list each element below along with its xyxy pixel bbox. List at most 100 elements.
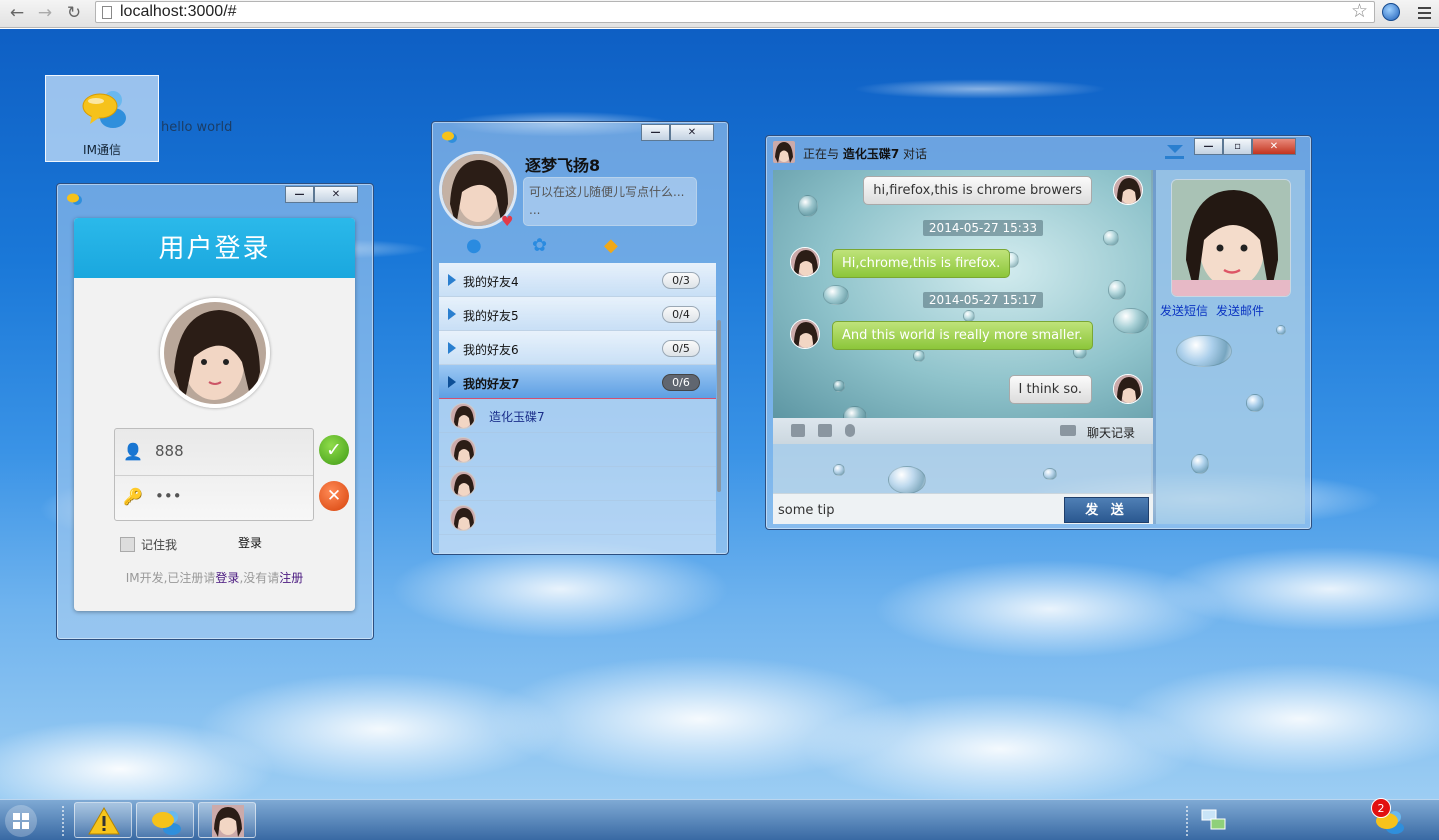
group-name: 我的好友7 (463, 377, 520, 391)
windows-logo-icon (5, 805, 37, 837)
friend-group[interactable]: 我的好友6 0/5 (439, 331, 716, 365)
message-bubble-in: And this world is really more smaller. (832, 321, 1093, 350)
contact-photo (1171, 179, 1291, 297)
friend-group[interactable]: 我的好友4 0/3 (439, 263, 716, 297)
login-button[interactable]: 登录 (238, 534, 262, 551)
taskbar-im-app[interactable] (136, 802, 194, 838)
collapse-icon[interactable] (1165, 145, 1184, 159)
contact-side-panel: 发送短信 发送邮件 (1156, 170, 1305, 524)
chat-title: 正在与 造化玉碟7 对话 (803, 145, 927, 162)
username-input[interactable]: 888 (155, 442, 184, 460)
friend-item[interactable] (439, 501, 716, 535)
window-controls: — ✕ (285, 186, 358, 203)
taskbar: 2 (0, 798, 1439, 840)
message-timestamp: 2014-05-27 15:17 (923, 292, 1043, 308)
forward-icon[interactable]: → (34, 2, 56, 24)
close-button[interactable]: ✕ (670, 124, 714, 141)
taskbar-chat-app[interactable] (198, 802, 256, 838)
cancel-button[interactable]: ✕ (319, 481, 349, 511)
login-link[interactable]: 登录 (215, 571, 239, 585)
group-count: 0/4 (662, 306, 700, 323)
friend-avatar (450, 471, 476, 497)
send-mail-link[interactable]: 发送邮件 (1216, 304, 1264, 318)
send-button[interactable]: 发 送 (1064, 497, 1149, 523)
window-controls: — ✕ (641, 124, 714, 141)
minimize-button[interactable]: — (285, 186, 314, 203)
register-link[interactable]: 注册 (279, 571, 303, 585)
friend-item[interactable]: 造化玉碟7 (439, 399, 716, 433)
attach-icon[interactable] (845, 424, 855, 437)
globe-icon[interactable] (1382, 3, 1400, 21)
contacts-tab-icon[interactable]: ● (466, 235, 482, 256)
maximize-button[interactable]: ▫ (1223, 138, 1252, 155)
input-tip: some tip (778, 503, 835, 518)
friend-avatar (450, 437, 476, 463)
chat-footer: some tip 发 送 (773, 493, 1153, 524)
send-sms-link[interactable]: 发送短信 (1160, 304, 1208, 318)
expand-icon (448, 274, 456, 286)
back-icon[interactable]: ← (6, 2, 28, 24)
emoji-icon[interactable] (791, 424, 805, 437)
history-icon (1060, 425, 1076, 436)
image-icon[interactable] (818, 424, 832, 437)
friend-group[interactable]: 我的好友5 0/4 (439, 297, 716, 331)
minimize-button[interactable]: — (641, 124, 670, 141)
desktop-icon-label: IM通信 (83, 143, 121, 157)
network-icon[interactable] (1200, 808, 1228, 834)
friend-item[interactable] (439, 433, 716, 467)
friend-item[interactable] (439, 467, 716, 501)
notification-badge: 2 (1371, 798, 1391, 818)
desktop-icon-im[interactable]: IM通信 (45, 75, 159, 162)
start-button[interactable] (0, 803, 42, 839)
title-suffix: 对话 (903, 147, 928, 161)
title-prefix: 正在与 (803, 147, 840, 161)
message-bubble-out: hi,firefox,this is chrome browers (863, 176, 1092, 205)
contact-message-avatar (790, 247, 820, 277)
confirm-button[interactable]: ✓ (319, 435, 349, 465)
message-area: hi,firefox,this is chrome browers 2014-0… (773, 170, 1153, 418)
friend-avatar (450, 403, 476, 429)
login-card: 用户登录 👤 888 🔑 ••• ✓ ✕ 记住我 登录 IM开发,已注册请登录,… (74, 218, 355, 611)
hint-prefix: IM开发,已注册请 (125, 571, 216, 585)
reload-icon[interactable]: ↻ (63, 2, 85, 24)
chat-window: 正在与 造化玉碟7 对话 — ▫ ✕ hi,firefox,this is ch… (765, 135, 1312, 530)
desktop: IM通信 hello world — ✕ 用户登录 👤 888 🔑 ••• ✓ … (0, 29, 1439, 799)
url-text: localhost:3000/# (120, 3, 237, 20)
remember-me[interactable]: 记住我 (120, 536, 177, 553)
group-count: 0/5 (662, 340, 700, 357)
user-icon: 👤 (123, 442, 143, 461)
group-count: 0/6 (662, 374, 700, 391)
user-avatar (160, 298, 270, 408)
close-button[interactable]: ✕ (314, 186, 358, 203)
friend-name: 造化玉碟7 (489, 410, 545, 424)
hello-text: hello world (161, 120, 233, 135)
my-signature[interactable]: 可以在这儿随便儿写点什么... ... (523, 177, 697, 226)
group-name: 我的好友5 (463, 309, 519, 323)
chat-toolbar: 聊天记录 (773, 418, 1153, 444)
friend-group-active[interactable]: 我的好友7 0/6 (439, 365, 716, 399)
key-icon: 🔑 (123, 487, 143, 506)
credentials-box: 👤 888 🔑 ••• (114, 428, 314, 521)
hint-mid: ,没有请 (239, 571, 280, 585)
groups-tab-icon[interactable]: ✿ (532, 235, 547, 256)
password-input[interactable]: ••• (155, 487, 182, 505)
group-name: 我的好友6 (463, 343, 519, 357)
taskbar-warning-app[interactable] (74, 802, 132, 838)
recent-tab-icon[interactable]: ◆ (604, 235, 618, 256)
minimize-button[interactable]: — (1194, 138, 1223, 155)
remember-label: 记住我 (141, 538, 178, 552)
bookmark-star-icon[interactable]: ☆ (1351, 0, 1368, 22)
remember-checkbox[interactable] (120, 537, 135, 552)
chat-history-button[interactable]: 聊天记录 (1087, 424, 1135, 441)
expand-icon (448, 376, 456, 388)
page-icon (102, 6, 112, 19)
address-bar[interactable]: localhost:3000/# ☆ (95, 0, 1375, 23)
chat-bubble-icon (82, 91, 126, 128)
friend-list: 我的好友4 0/3 我的好友5 0/4 我的好友6 0/5 我的好友7 0/6 造化玉碟… (439, 263, 716, 553)
message-timestamp: 2014-05-27 15:33 (923, 220, 1043, 236)
register-hint: IM开发,已注册请登录,没有请注册 (74, 569, 355, 586)
menu-icon[interactable] (1418, 7, 1431, 22)
friend-list-scrollbar[interactable] (717, 320, 721, 492)
close-button[interactable]: ✕ (1252, 138, 1296, 155)
expand-icon (448, 342, 456, 354)
